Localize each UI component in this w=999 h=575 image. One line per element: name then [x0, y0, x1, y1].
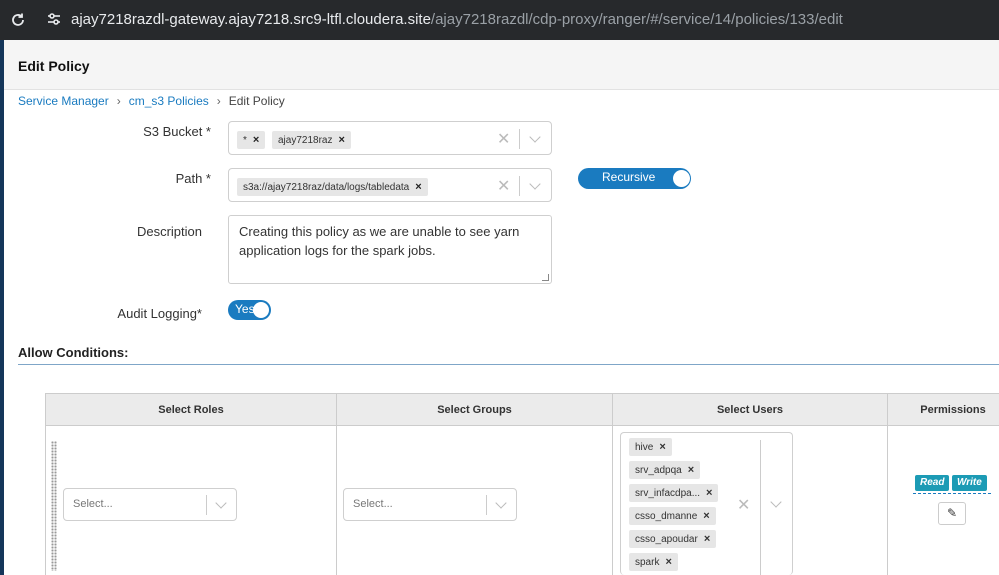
column-divider: [612, 394, 613, 575]
remove-icon[interactable]: ×: [338, 134, 344, 146]
bucket-tag-label: ajay7218raz: [278, 135, 333, 146]
chevron-down-icon[interactable]: [495, 497, 507, 509]
path-tag: s3a://ajay7218raz/data/logs/tabledata ×: [237, 178, 428, 196]
url-host: ajay7218razdl-gateway.ajay7218.src9-ltfl…: [71, 11, 431, 28]
page-title: Edit Policy: [18, 58, 90, 74]
column-header-groups: Select Groups: [437, 404, 512, 416]
column-header-users: Select Users: [716, 404, 784, 416]
browser-toolbar: ajay7218razdl-gateway.ajay7218.src9-ltfl…: [0, 0, 999, 40]
user-tag: csso_dmanne ×: [629, 507, 716, 525]
bucket-tag-label: *: [243, 135, 247, 146]
clear-icon[interactable]: ✕: [737, 495, 750, 515]
select-divider: [519, 176, 520, 196]
user-tag-label: srv_adpqa: [635, 465, 682, 476]
user-tag: csso_apoudar ×: [629, 530, 717, 548]
user-tag-label: csso_apoudar: [635, 534, 698, 545]
breadcrumb-current: Edit Policy: [228, 94, 285, 108]
edit-permissions-button[interactable]: ✎: [938, 502, 966, 525]
clear-icon[interactable]: ✕: [497, 176, 510, 196]
permission-read-badge[interactable]: Read: [915, 475, 950, 491]
user-tag-label: srv_infacdpa...: [635, 488, 701, 499]
breadcrumb-policies[interactable]: cm_s3 Policies: [129, 94, 209, 108]
remove-icon[interactable]: ×: [415, 181, 421, 193]
permission-write-badge[interactable]: Write: [952, 475, 987, 491]
groups-placeholder: Select...: [353, 498, 393, 510]
column-divider: [336, 394, 337, 575]
s3-bucket-label: S3 Bucket *: [143, 124, 211, 139]
column-divider: [887, 394, 888, 575]
select-divider: [486, 495, 487, 515]
remove-icon[interactable]: ×: [703, 510, 709, 522]
url-path: /ajay7218razdl/cdp-proxy/ranger/#/servic…: [430, 11, 843, 28]
resize-handle-icon[interactable]: [542, 274, 549, 281]
audit-logging-value: Yes: [235, 302, 255, 316]
chevron-down-icon[interactable]: [529, 131, 541, 143]
allow-conditions-table: Select Roles Select Groups Select Users …: [45, 393, 999, 575]
user-tag: spark ×: [629, 553, 678, 571]
roles-placeholder: Select...: [73, 498, 113, 510]
user-tag: srv_infacdpa... ×: [629, 484, 719, 502]
select-divider: [519, 129, 520, 149]
remove-icon[interactable]: ×: [665, 556, 671, 568]
user-tag-label: csso_dmanne: [635, 511, 698, 522]
toggle-knob: [253, 302, 269, 318]
clear-icon[interactable]: ✕: [497, 129, 510, 149]
select-divider: [206, 495, 207, 515]
user-tag: hive ×: [629, 438, 672, 456]
remove-icon[interactable]: ×: [704, 533, 710, 545]
page-header: Edit Policy: [4, 40, 999, 90]
description-textarea[interactable]: Creating this policy as we are unable to…: [228, 215, 552, 284]
breadcrumb-separator: ›: [116, 94, 121, 108]
drag-handle-icon[interactable]: [51, 441, 57, 571]
user-tag: srv_adpqa ×: [629, 461, 701, 479]
breadcrumb-service-manager[interactable]: Service Manager: [18, 94, 109, 108]
select-divider: [760, 440, 761, 575]
path-tag-label: s3a://ajay7218raz/data/logs/tabledata: [243, 182, 410, 193]
chevron-down-icon[interactable]: [215, 497, 227, 509]
left-sidebar-strip: [0, 40, 4, 575]
breadcrumb: Service Manager › cm_s3 Policies › Edit Poli…: [18, 94, 285, 108]
recursive-toggle[interactable]: Recursive: [578, 168, 691, 189]
bucket-tag: ajay7218raz ×: [272, 131, 351, 149]
bucket-tag: * ×: [237, 131, 266, 149]
groups-select[interactable]: Select...: [343, 488, 517, 521]
column-header-roles: Select Roles: [158, 404, 224, 416]
description-label: Description: [136, 224, 202, 239]
remove-icon[interactable]: ×: [659, 441, 665, 453]
remove-icon[interactable]: ×: [253, 134, 259, 146]
remove-icon[interactable]: ×: [706, 487, 712, 499]
permission-underline: [913, 493, 991, 494]
remove-icon[interactable]: ×: [688, 464, 694, 476]
path-label: Path *: [175, 171, 211, 186]
user-tag-label: spark: [635, 557, 660, 568]
user-tag-label: hive: [635, 442, 654, 453]
audit-logging-toggle[interactable]: Yes: [228, 300, 271, 320]
breadcrumb-separator: ›: [216, 94, 221, 108]
table-header: Select Roles Select Groups Select Users …: [46, 394, 999, 426]
section-divider: [18, 364, 999, 365]
recursive-label: Recursive: [602, 170, 656, 184]
users-select[interactable]: hive × srv_adpqa × srv_infacdpa... × csso_d…: [620, 432, 793, 575]
toggle-knob: [673, 170, 690, 187]
reload-icon[interactable]: [9, 11, 27, 29]
allow-conditions-title: Allow Conditions:: [18, 345, 129, 360]
description-value: Creating this policy as we are unable to…: [239, 224, 520, 258]
pencil-icon: ✎: [946, 506, 958, 520]
chevron-down-icon[interactable]: [529, 178, 541, 190]
path-select[interactable]: s3a://ajay7218raz/data/logs/tabledata × ✕: [228, 168, 552, 202]
column-header-permissions: Permissions: [920, 404, 986, 416]
s3-bucket-select[interactable]: * × ajay7218raz × ✕: [228, 121, 552, 155]
audit-logging-label: Audit Logging*: [117, 306, 202, 321]
roles-select[interactable]: Select...: [63, 488, 237, 521]
site-info-icon[interactable]: [45, 10, 63, 28]
address-bar[interactable]: ajay7218razdl-gateway.ajay7218.src9-ltfl…: [71, 11, 843, 29]
